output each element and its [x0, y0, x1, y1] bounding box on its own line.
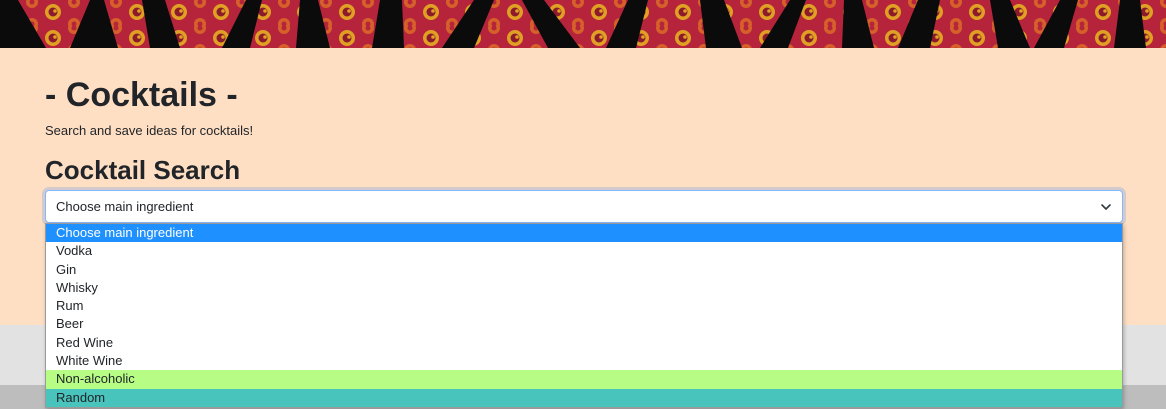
banner-pattern-image — [0, 0, 1166, 48]
option-red-wine[interactable]: Red Wine — [46, 334, 1122, 352]
option-vodka[interactable]: Vodka — [46, 242, 1122, 260]
option-whisky[interactable]: Whisky — [46, 279, 1122, 297]
option-gin[interactable]: Gin — [46, 261, 1122, 279]
option-white-wine[interactable]: White Wine — [46, 352, 1122, 370]
ingredient-select[interactable]: Choose main ingredient — [45, 190, 1123, 223]
ingredient-select-value: Choose main ingredient — [56, 199, 194, 214]
option-random[interactable]: Random — [46, 388, 1122, 407]
page-title: - Cocktails - — [45, 76, 238, 114]
option-choose-main-ingredient[interactable]: Choose main ingredient — [46, 224, 1122, 243]
option-beer[interactable]: Beer — [46, 315, 1122, 333]
page-subtitle: Search and save ideas for cocktails! — [45, 123, 254, 138]
section-title: Cocktail Search — [45, 155, 241, 185]
option-non-alcoholic[interactable]: Non-alcoholic — [46, 370, 1122, 389]
header-banner — [0, 0, 1166, 48]
ingredient-dropdown-list: Choose main ingredient Vodka Gin Whisky … — [45, 223, 1123, 408]
option-rum[interactable]: Rum — [46, 297, 1122, 315]
chevron-down-icon — [1101, 204, 1111, 210]
